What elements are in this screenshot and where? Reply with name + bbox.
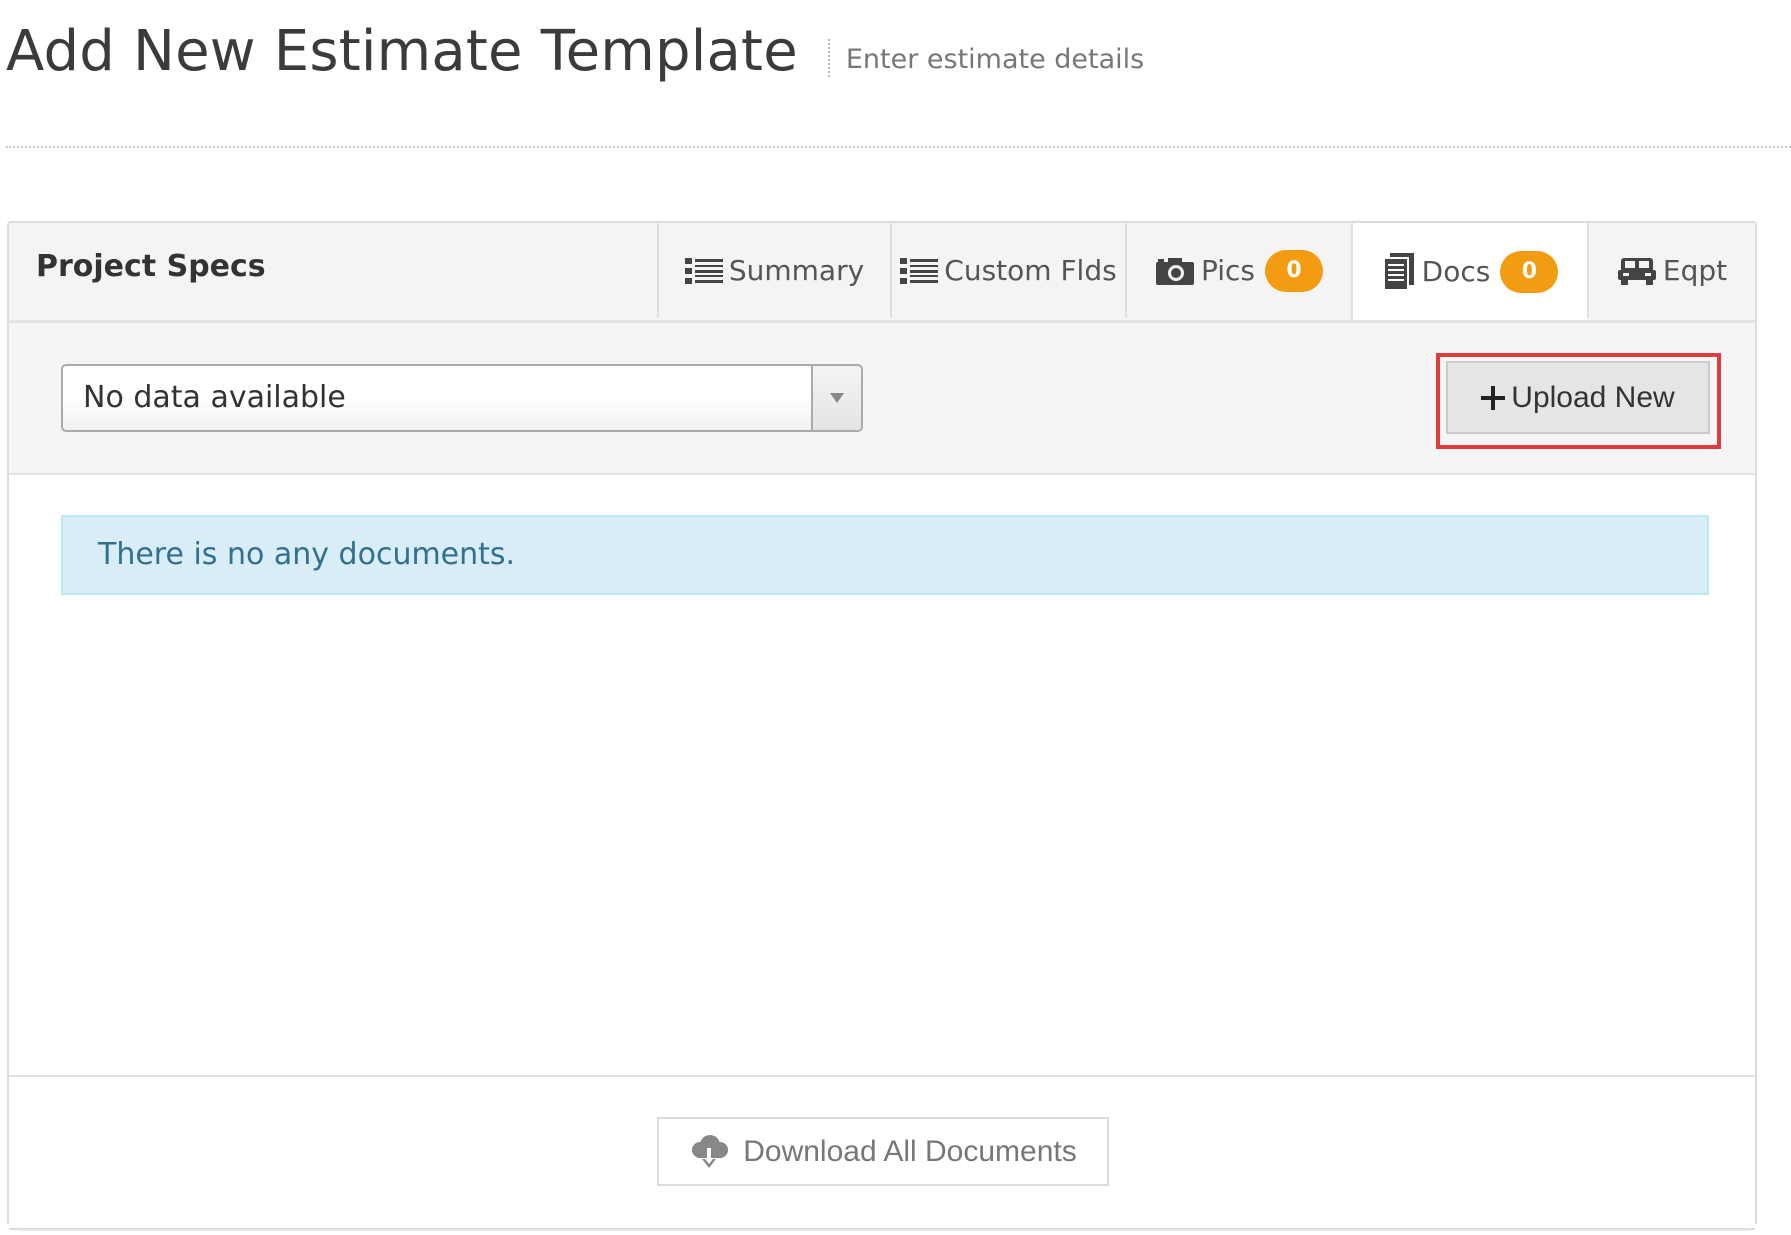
cloud-download-icon [689,1134,729,1169]
header-divider [6,146,1791,148]
pics-count-badge: 0 [1265,249,1324,292]
portlet-header: Project Specs Summary Custom Flds Pics 0… [9,223,1755,323]
portlet-bottom-edge [20,1229,1750,1231]
list-icon [900,257,939,285]
empty-documents-alert: There is no any documents. [61,515,1709,595]
document-select[interactable]: No data available [61,364,863,432]
document-icon [1382,252,1416,291]
tab-eqpt-label: Eqpt [1662,254,1728,287]
upload-new-label: Upload New [1511,380,1675,414]
tab-custom-flds[interactable]: Custom Flds [890,223,1125,318]
page-header: Add New Estimate Template Enter estimate… [6,14,1144,90]
tab-docs[interactable]: Docs 0 [1351,223,1587,320]
plus-icon [1481,385,1506,410]
portlet-caption: Project Specs [36,249,266,284]
download-all-documents-button[interactable]: Download All Documents [657,1117,1109,1186]
tab-eqpt[interactable]: Eqpt [1587,223,1755,318]
page: Add New Estimate Template Enter estimate… [0,0,1791,1235]
tab-pics[interactable]: Pics 0 [1125,223,1351,318]
list-icon [684,257,723,285]
download-all-label: Download All Documents [743,1134,1077,1168]
page-subtitle: Enter estimate details [845,43,1145,75]
tab-custom-flds-label: Custom Flds [944,254,1117,287]
header-separator [827,39,830,77]
tab-summary[interactable]: Summary [657,223,890,318]
document-select-value: No data available [83,380,346,415]
page-title: Add New Estimate Template [6,19,798,84]
tab-summary-label: Summary [728,254,865,287]
truck-icon [1617,256,1657,286]
docs-toolbar: No data available Upload New [9,323,1755,475]
tab-docs-label: Docs [1421,255,1491,288]
camera-icon [1155,256,1195,286]
chevron-down-icon[interactable] [811,366,861,430]
upload-new-button[interactable]: Upload New [1446,361,1710,434]
portlet-footer: Download All Documents [9,1075,1755,1230]
tab-pics-label: Pics [1200,254,1256,287]
portlet-tabs: Summary Custom Flds Pics 0 Docs 0 Eqpt [657,223,1755,320]
docs-count-badge: 0 [1500,250,1559,293]
project-specs-portlet: Project Specs Summary Custom Flds Pics 0… [7,221,1757,1230]
